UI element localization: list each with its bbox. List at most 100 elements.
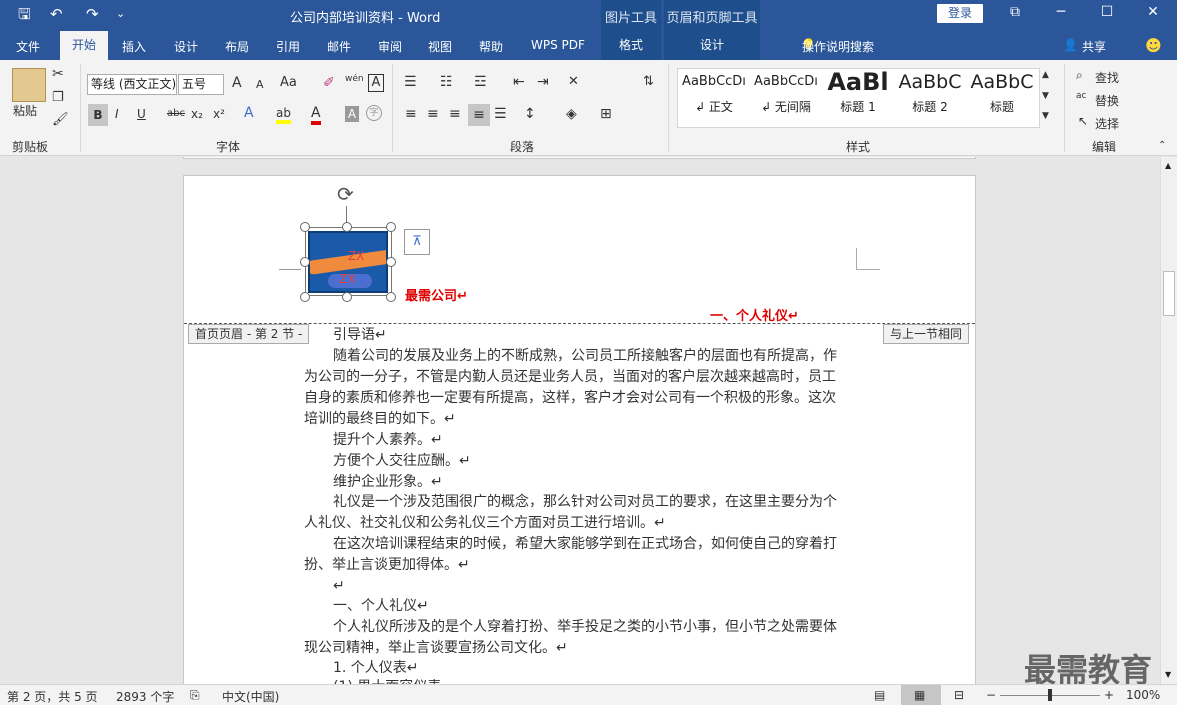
- resize-handle[interactable]: [386, 257, 396, 267]
- shrink-font-icon[interactable]: A: [256, 78, 264, 91]
- sort-icon[interactable]: ⇅: [643, 74, 654, 89]
- word-count[interactable]: 2893 个字: [116, 688, 174, 705]
- subscript-button[interactable]: x₂: [191, 107, 203, 121]
- numbering-icon[interactable]: ☷: [440, 74, 453, 90]
- line-spacing-icon[interactable]: ↕: [524, 106, 536, 122]
- replace-button[interactable]: 替换: [1095, 92, 1119, 109]
- web-layout-icon[interactable]: ⊟: [954, 688, 964, 702]
- character-shading-icon[interactable]: A: [345, 106, 359, 122]
- font-name-combo[interactable]: 等线 (西文正文): [87, 74, 177, 95]
- tab-help[interactable]: 帮助: [479, 38, 503, 55]
- chinese-layout-icon[interactable]: ✕: [568, 74, 579, 89]
- bullets-icon[interactable]: ☰: [404, 74, 417, 90]
- increase-indent-icon[interactable]: ⇥: [537, 74, 549, 90]
- maximize-icon[interactable]: ☐: [1092, 4, 1122, 20]
- center-icon[interactable]: ≡: [427, 106, 439, 122]
- language-indicator[interactable]: 中文(中国): [222, 688, 279, 705]
- resize-handle[interactable]: [386, 222, 396, 232]
- tab-view[interactable]: 视图: [428, 38, 452, 55]
- tab-mailings[interactable]: 邮件: [327, 38, 351, 55]
- shading-icon[interactable]: ◈: [566, 106, 577, 122]
- gallery-more-icon[interactable]: ▼: [1042, 111, 1049, 121]
- tab-header-footer-design[interactable]: 设计: [664, 30, 760, 60]
- page-count[interactable]: 第 2 页，共 5 页: [7, 688, 98, 705]
- resize-handle[interactable]: [300, 222, 310, 232]
- layout-options-icon[interactable]: ⊼: [404, 229, 430, 255]
- scroll-down-icon[interactable]: ▼: [1165, 670, 1171, 679]
- style-no-spacing[interactable]: AaBbCcDı ↲ 无间隔: [750, 68, 822, 128]
- customize-quick-access-icon[interactable]: ⌄: [116, 5, 125, 23]
- resize-handle[interactable]: [342, 292, 352, 302]
- strikethrough-button[interactable]: abc: [167, 108, 185, 119]
- find-button[interactable]: 查找: [1095, 69, 1119, 86]
- link-to-previous-tag[interactable]: 与上一节相同: [883, 324, 970, 344]
- cut-icon[interactable]: ✂: [52, 66, 64, 82]
- tab-home[interactable]: 开始: [60, 31, 108, 60]
- ribbon-display-options-icon[interactable]: ⧉: [1000, 4, 1030, 20]
- text-effects-icon[interactable]: A: [244, 105, 254, 121]
- collapse-ribbon-icon[interactable]: ⌃: [1158, 140, 1166, 151]
- tab-format[interactable]: 格式: [601, 30, 661, 60]
- gallery-down-icon[interactable]: ▼: [1042, 91, 1049, 101]
- character-border-icon[interactable]: A: [368, 74, 384, 92]
- header-company-name[interactable]: 最需公司↵: [405, 285, 468, 304]
- tab-file[interactable]: 文件: [16, 38, 40, 55]
- login-button[interactable]: 登录: [937, 4, 983, 23]
- minimize-icon[interactable]: ─: [1046, 4, 1076, 20]
- zoom-level[interactable]: 100%: [1126, 688, 1160, 702]
- align-right-icon[interactable]: ≡: [449, 106, 461, 122]
- scroll-up-icon[interactable]: ▲: [1165, 161, 1171, 170]
- distributed-icon[interactable]: ☰: [494, 106, 507, 122]
- tab-insert[interactable]: 插入: [122, 38, 146, 55]
- style-normal[interactable]: AaBbCcDı ↲ 正文: [678, 68, 750, 128]
- tab-review[interactable]: 审阅: [378, 38, 402, 55]
- zoom-in-button[interactable]: +: [1104, 688, 1114, 702]
- resize-handle[interactable]: [300, 257, 310, 267]
- clear-formatting-icon[interactable]: ✐: [323, 75, 335, 91]
- format-painter-icon[interactable]: 🖌: [52, 112, 69, 127]
- tab-layout[interactable]: 布局: [225, 38, 249, 55]
- enclose-characters-icon[interactable]: 字: [366, 105, 382, 121]
- italic-button[interactable]: I: [115, 107, 119, 121]
- paste-button[interactable]: 粘贴: [13, 102, 37, 119]
- redo-icon[interactable]: ↷: [86, 5, 99, 23]
- document-page[interactable]: ⟳ ZX ZX ⊼ 最需公司↵ 一、个人礼仪↵ 首页页眉 - 第 2 节 - 与…: [183, 175, 976, 691]
- align-left-icon[interactable]: ≡: [405, 106, 417, 122]
- highlight-color-icon[interactable]: ab: [276, 106, 291, 124]
- paste-icon[interactable]: [12, 68, 46, 102]
- zoom-out-button[interactable]: −: [986, 688, 996, 702]
- decrease-indent-icon[interactable]: ⇤: [513, 74, 525, 90]
- phonetic-guide-icon[interactable]: wén: [345, 74, 364, 84]
- superscript-button[interactable]: x²: [213, 107, 225, 121]
- copy-icon[interactable]: ❐: [52, 90, 64, 105]
- zoom-slider-thumb[interactable]: [1048, 689, 1052, 701]
- gallery-up-icon[interactable]: ▲: [1042, 70, 1049, 80]
- company-logo-image[interactable]: ZX ZX: [308, 231, 388, 293]
- font-size-combo[interactable]: 五号: [178, 74, 224, 95]
- smiley-feedback-icon[interactable]: ☻: [1145, 36, 1162, 55]
- resize-handle[interactable]: [386, 292, 396, 302]
- read-mode-icon[interactable]: ▤: [874, 688, 885, 702]
- save-icon[interactable]: 🖫: [18, 5, 31, 23]
- style-heading-2[interactable]: AaBbC 标题 2: [894, 68, 966, 128]
- share-button[interactable]: 共享: [1082, 38, 1106, 55]
- header-section-title[interactable]: 一、个人礼仪↵: [710, 305, 799, 324]
- scroll-thumb[interactable]: [1163, 271, 1175, 316]
- bold-button[interactable]: B: [88, 104, 108, 126]
- font-color-icon[interactable]: A: [311, 105, 321, 125]
- tell-me-search[interactable]: 操作说明搜索: [802, 38, 874, 55]
- grow-font-icon[interactable]: A: [232, 75, 242, 91]
- multilevel-list-icon[interactable]: ☲: [474, 74, 487, 90]
- undo-icon[interactable]: ↶: [50, 5, 63, 23]
- style-title[interactable]: AaBbC 标题: [966, 68, 1038, 128]
- vertical-scrollbar[interactable]: ▲ ▼: [1160, 157, 1177, 684]
- change-case-icon[interactable]: Aa: [280, 75, 297, 90]
- resize-handle[interactable]: [300, 292, 310, 302]
- close-icon[interactable]: ✕: [1138, 4, 1168, 20]
- justify-icon[interactable]: ≡: [468, 104, 490, 126]
- proofing-icon[interactable]: ⎘: [190, 688, 200, 703]
- select-button[interactable]: 选择: [1095, 115, 1119, 132]
- rotate-handle-icon[interactable]: ⟳: [337, 182, 354, 206]
- style-heading-1[interactable]: AaBl 标题 1: [822, 68, 894, 128]
- tab-design[interactable]: 设计: [174, 38, 198, 55]
